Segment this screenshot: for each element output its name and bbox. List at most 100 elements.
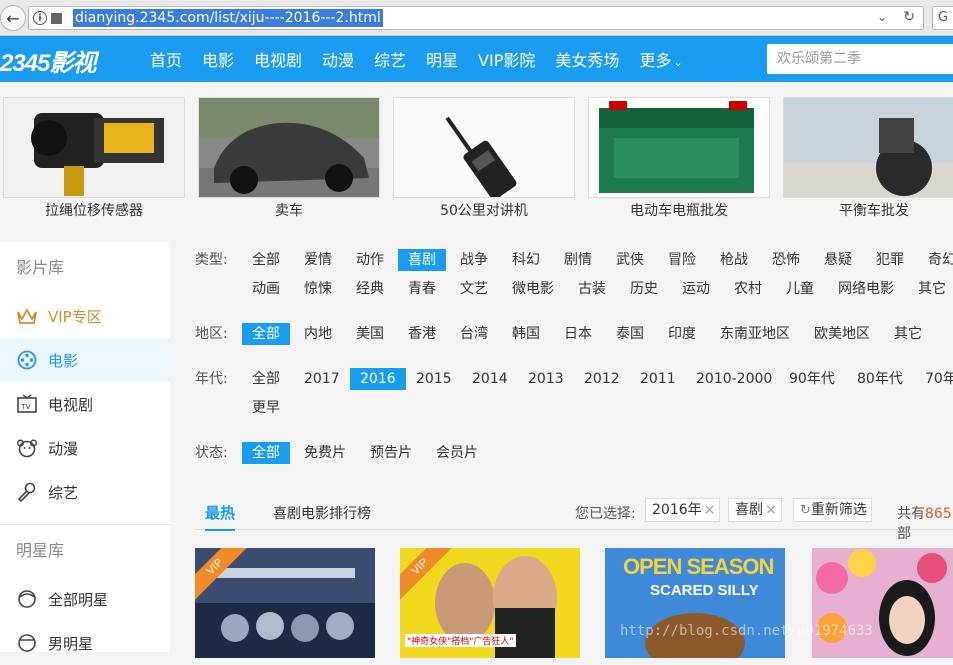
filter-type-option[interactable]: 网络电影 bbox=[828, 278, 904, 300]
filter-region-option[interactable]: 其它 bbox=[884, 323, 932, 345]
filter-region-option[interactable]: 泰国 bbox=[606, 323, 654, 345]
filter-region-option[interactable]: 东南亚地区 bbox=[710, 323, 800, 345]
tab-hot[interactable]: 最热 bbox=[205, 502, 236, 531]
movie-poster[interactable] bbox=[812, 548, 953, 658]
selected-chip-year[interactable]: 2016年 × bbox=[645, 498, 721, 522]
filter-type-option[interactable]: 农村 bbox=[724, 278, 772, 300]
site-logo[interactable]: 2345影视 bbox=[0, 43, 96, 78]
info-icon[interactable]: i bbox=[33, 11, 47, 25]
filter-type-option[interactable]: 其它 bbox=[908, 278, 953, 300]
ad-item[interactable]: 平衡车批发 bbox=[783, 97, 953, 220]
reset-filter-button[interactable]: ↻重新筛选 bbox=[793, 498, 872, 522]
filter-type-option[interactable]: 运动 bbox=[672, 278, 720, 300]
sidebar-item-anime[interactable]: 动漫 bbox=[0, 426, 170, 470]
results-toolbar: 最热 喜剧电影排行榜 您已选择: 2016年 × 喜剧 × ↻重新筛选 共有865部 bbox=[195, 494, 953, 542]
nav-item-variety[interactable]: 综艺 bbox=[374, 47, 406, 71]
filter-type-option[interactable]: 剧情 bbox=[554, 249, 602, 271]
filter-type-option[interactable]: 科幻 bbox=[502, 249, 550, 271]
filter-year-option[interactable]: 2017 bbox=[294, 368, 350, 390]
filter-type-option[interactable]: 恐怖 bbox=[762, 249, 810, 271]
filter-status-option[interactable]: 会员片 bbox=[426, 442, 488, 464]
nav-item-anime[interactable]: 动漫 bbox=[322, 47, 354, 71]
url-text[interactable]: dianying.2345.com/list/xiju----2016---2.… bbox=[73, 9, 383, 27]
filter-type-option[interactable]: 文艺 bbox=[450, 278, 498, 300]
filter-type-option[interactable]: 古装 bbox=[568, 278, 616, 300]
filter-type-option-selected[interactable]: 喜剧 bbox=[398, 249, 446, 271]
ad-item[interactable]: 卖车 bbox=[198, 97, 380, 220]
sidebar-item-tv[interactable]: TV 电视剧 bbox=[0, 382, 170, 426]
filter-type-option[interactable]: 战争 bbox=[450, 249, 498, 271]
sidebar-item-male-stars[interactable]: 男明星 bbox=[0, 621, 170, 665]
browser-search-input[interactable]: G bbox=[932, 6, 953, 30]
filter-year-option[interactable]: 90年代 bbox=[779, 368, 845, 390]
filter-type-option[interactable]: 动画 bbox=[242, 278, 290, 300]
nav-item-more[interactable]: 更多 ⌄ bbox=[639, 47, 682, 71]
reset-label: 重新筛选 bbox=[810, 502, 867, 518]
filter-region-option-selected[interactable]: 全部 bbox=[242, 323, 290, 345]
filter-year-option[interactable]: 2011 bbox=[630, 368, 686, 390]
filter-type-option[interactable]: 历史 bbox=[620, 278, 668, 300]
filter-status-option[interactable]: 预告片 bbox=[360, 442, 422, 464]
movie-poster[interactable]: VIP "神奇女侠"搭档"广告狂人" bbox=[400, 548, 580, 658]
filter-region-option[interactable]: 印度 bbox=[658, 323, 706, 345]
filter-year-option[interactable]: 70年代 bbox=[915, 368, 953, 390]
filter-year-option[interactable]: 2013 bbox=[518, 368, 574, 390]
movie-poster[interactable]: VIP bbox=[195, 548, 375, 658]
selected-chip-genre[interactable]: 喜剧 × bbox=[728, 498, 782, 522]
nav-item-tv[interactable]: 电视剧 bbox=[254, 47, 302, 71]
filter-type-option[interactable]: 动作 bbox=[346, 249, 394, 271]
nav-item-show[interactable]: 美女秀场 bbox=[555, 47, 619, 71]
filter-type-option[interactable]: 青春 bbox=[398, 278, 446, 300]
filter-region-option[interactable]: 欧美地区 bbox=[804, 323, 880, 345]
filter-region-option[interactable]: 日本 bbox=[554, 323, 602, 345]
filter-region-option[interactable]: 香港 bbox=[398, 323, 446, 345]
filter-year-option[interactable]: 80年代 bbox=[847, 368, 913, 390]
back-arrow-icon[interactable]: ← bbox=[0, 5, 26, 31]
movie-poster[interactable]: OPEN SEASON SCARED SILLY bbox=[605, 548, 785, 658]
filter-type-option[interactable]: 爱情 bbox=[294, 249, 342, 271]
chevron-down-icon[interactable]: ⌄ bbox=[877, 10, 887, 24]
filter-type-option[interactable]: 经典 bbox=[346, 278, 394, 300]
filter-year-option-selected[interactable]: 2016 bbox=[350, 368, 406, 390]
filter-year-option[interactable]: 更早 bbox=[242, 397, 290, 419]
ad-item[interactable]: 电动车电瓶批发 bbox=[588, 97, 770, 220]
filter-region-option[interactable]: 台湾 bbox=[450, 323, 498, 345]
filter-type-option[interactable]: 犯罪 bbox=[866, 249, 914, 271]
sidebar-item-movie[interactable]: 电影 bbox=[0, 338, 170, 382]
close-icon[interactable]: × bbox=[765, 502, 777, 518]
filter-year-option[interactable]: 2012 bbox=[574, 368, 630, 390]
site-search-input[interactable]: 欢乐颂第二季 bbox=[767, 44, 953, 74]
nav-item-home[interactable]: 首页 bbox=[150, 47, 182, 71]
filter-year-option[interactable]: 2014 bbox=[462, 368, 518, 390]
filter-type-option[interactable]: 悬疑 bbox=[814, 249, 862, 271]
close-icon[interactable]: × bbox=[704, 502, 716, 518]
sidebar-item-all-stars[interactable]: 全部明星 bbox=[0, 577, 170, 621]
filter-year-option[interactable]: 全部 bbox=[242, 368, 290, 390]
filter-type-option[interactable]: 奇幻 bbox=[918, 249, 953, 271]
sidebar-item-vip[interactable]: VIP专区 bbox=[0, 294, 170, 338]
nav-item-star[interactable]: 明星 bbox=[426, 47, 458, 71]
filter-region-option[interactable]: 韩国 bbox=[502, 323, 550, 345]
filter-status-option-selected[interactable]: 全部 bbox=[242, 442, 290, 464]
filter-type-option[interactable]: 惊悚 bbox=[294, 278, 342, 300]
filter-type-option[interactable]: 枪战 bbox=[710, 249, 758, 271]
filter-type-option[interactable]: 冒险 bbox=[658, 249, 706, 271]
address-bar[interactable]: i dianying.2345.com/list/xiju----2016---… bbox=[28, 6, 924, 30]
filter-year-option[interactable]: 2015 bbox=[406, 368, 462, 390]
sidebar-item-variety[interactable]: 综艺 bbox=[0, 470, 170, 514]
nav-more-label: 更多 bbox=[639, 51, 672, 70]
filter-status-option[interactable]: 免费片 bbox=[294, 442, 356, 464]
filter-region-option[interactable]: 美国 bbox=[346, 323, 394, 345]
filter-year-option[interactable]: 2010-2000 bbox=[686, 368, 782, 390]
filter-type-option[interactable]: 儿童 bbox=[776, 278, 824, 300]
nav-item-movie[interactable]: 电影 bbox=[202, 47, 234, 71]
tab-rank[interactable]: 喜剧电影排行榜 bbox=[273, 503, 371, 523]
nav-item-vip[interactable]: VIP影院 bbox=[478, 47, 535, 71]
filter-type-option[interactable]: 全部 bbox=[242, 249, 290, 271]
ad-item[interactable]: 拉绳位移传感器 bbox=[3, 97, 185, 220]
reload-icon[interactable]: ↻ bbox=[903, 9, 915, 25]
ad-item[interactable]: 50公里对讲机 bbox=[393, 97, 575, 220]
filter-type-option[interactable]: 武侠 bbox=[606, 249, 654, 271]
filter-type-option[interactable]: 微电影 bbox=[502, 278, 564, 300]
filter-region-option[interactable]: 内地 bbox=[294, 323, 342, 345]
